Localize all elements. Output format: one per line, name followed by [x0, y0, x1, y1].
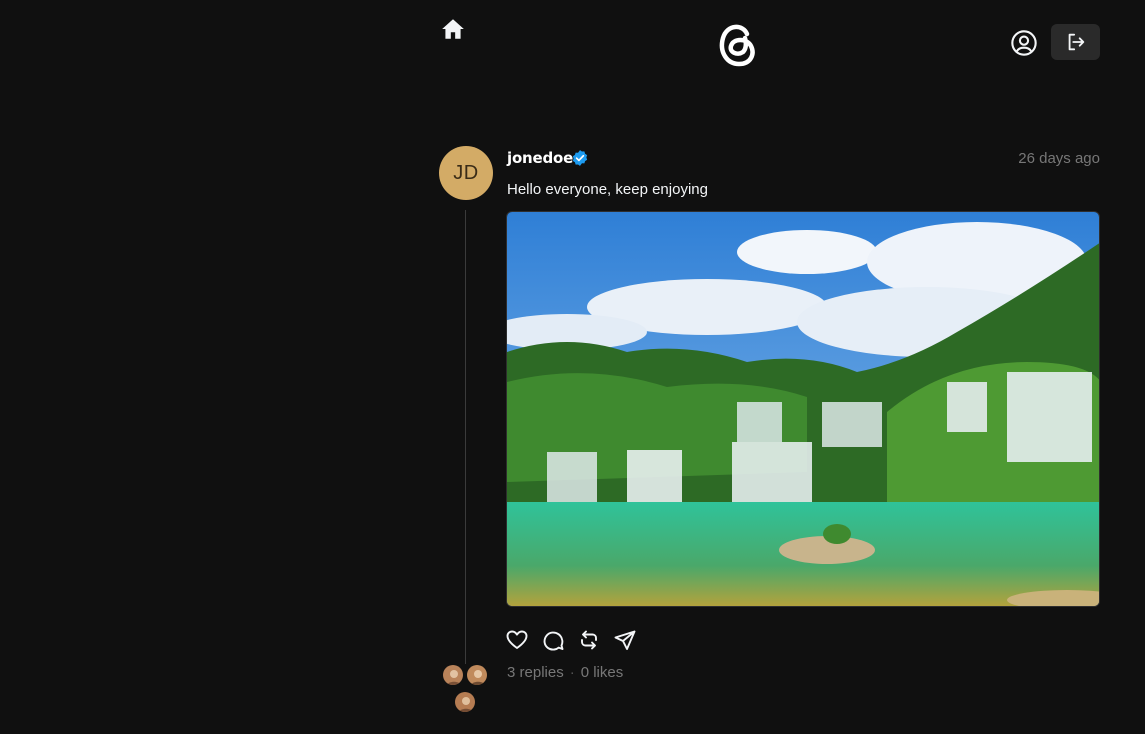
profile-button[interactable] [1010, 29, 1038, 57]
reply-avatar[interactable] [454, 691, 476, 713]
reply-avatar[interactable] [442, 664, 464, 686]
stats-separator: · [569, 664, 575, 681]
avatar-initials: JD [453, 161, 479, 184]
comment-icon [543, 631, 564, 651]
repost-button[interactable] [576, 627, 602, 653]
heart-icon [506, 630, 528, 649]
home-button[interactable] [440, 16, 466, 42]
comment-button[interactable] [540, 627, 566, 653]
logout-button[interactable] [1051, 24, 1100, 60]
waterfall-photo [507, 212, 1099, 606]
threads-logo-icon [719, 24, 755, 67]
post-username[interactable]: jonedoe [507, 149, 573, 167]
repost-icon [581, 630, 597, 650]
reply-avatar[interactable] [466, 664, 488, 686]
post-stats: 3 replies · 0 likes [507, 664, 623, 681]
logout-icon [1068, 33, 1084, 51]
share-icon [614, 630, 636, 650]
home-icon [442, 19, 464, 39]
post-timestamp: 26 days ago [1018, 150, 1100, 167]
thread-line [465, 210, 466, 664]
avatar[interactable]: JD [439, 146, 493, 200]
like-button[interactable] [504, 627, 530, 653]
post-text: Hello everyone, keep enjoying [507, 181, 708, 198]
threads-logo[interactable] [713, 16, 761, 70]
user-circle-icon [1011, 30, 1037, 56]
post-actions [504, 627, 638, 655]
verified-badge-icon [571, 149, 589, 167]
threads-page: JD jonedoe 26 days ago Hello everyone, k… [0, 0, 1145, 734]
post-image[interactable] [506, 211, 1100, 607]
replies-count[interactable]: 3 replies [507, 664, 564, 681]
likes-count: 0 likes [580, 664, 624, 681]
share-button[interactable] [612, 627, 638, 653]
